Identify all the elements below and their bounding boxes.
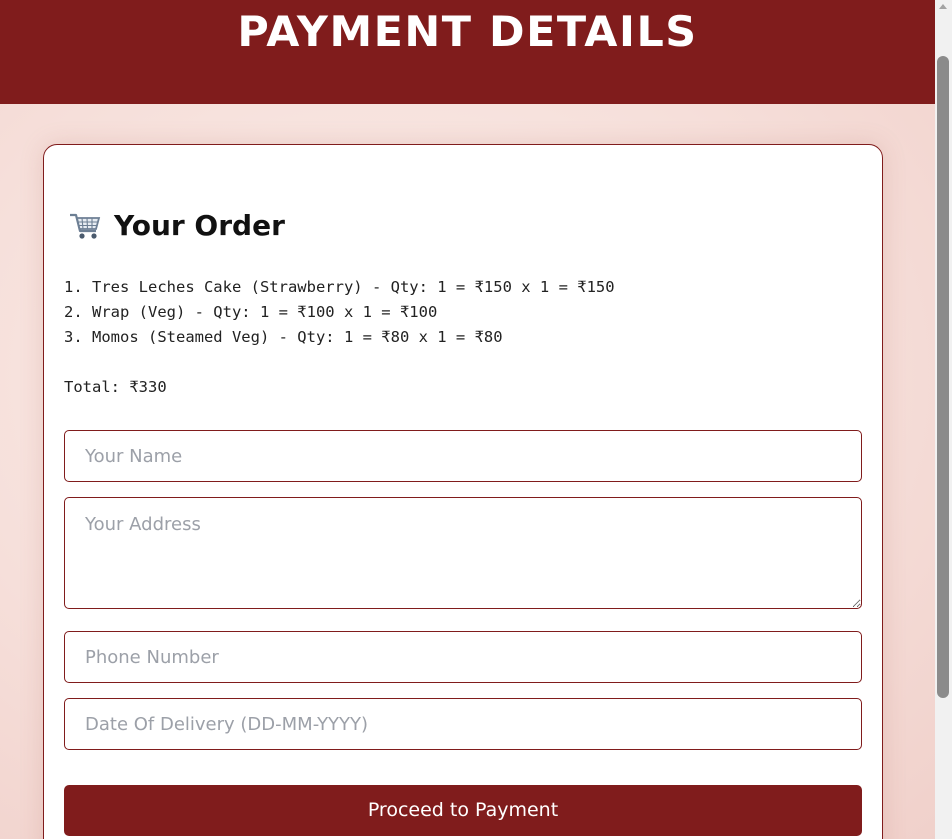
order-item: 1. Tres Leches Cake (Strawberry) - Qty: …: [64, 278, 615, 296]
order-item: 2. Wrap (Veg) - Qty: 1 = ₹100 x 1 = ₹100: [64, 303, 438, 321]
shopping-cart-icon: [68, 210, 102, 242]
address-textarea[interactable]: [64, 497, 862, 609]
vertical-scrollbar[interactable]: [935, 0, 952, 839]
payment-card: Your Order 1. Tres Leches Cake (Strawber…: [43, 144, 883, 839]
order-title: Your Order: [114, 209, 285, 242]
order-item: 3. Momos (Steamed Veg) - Qty: 1 = ₹80 x …: [64, 328, 503, 346]
scrollbar-thumb[interactable]: [937, 56, 949, 698]
name-input[interactable]: [64, 430, 862, 482]
order-total: Total: ₹330: [64, 378, 167, 396]
phone-input[interactable]: [64, 631, 862, 683]
proceed-to-payment-button[interactable]: Proceed to Payment: [64, 785, 862, 836]
page-title: PAYMENT DETAILS: [237, 7, 698, 56]
page-header: PAYMENT DETAILS: [0, 0, 935, 104]
order-heading: Your Order: [68, 209, 285, 242]
order-items-list: 1. Tres Leches Cake (Strawberry) - Qty: …: [64, 275, 615, 350]
delivery-date-input[interactable]: [64, 698, 862, 750]
scroll-up-arrow-icon[interactable]: [939, 4, 947, 9]
